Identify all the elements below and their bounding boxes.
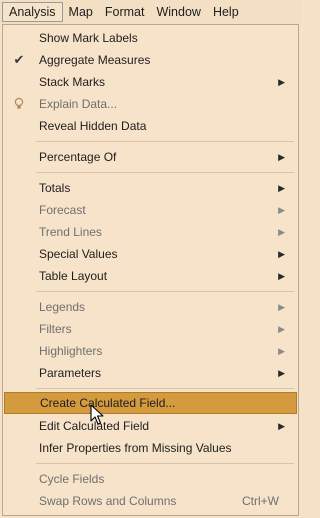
- menu-item-swap-rows-columns[interactable]: Swap Rows and Columns Ctrl+W: [4, 490, 297, 512]
- chevron-right-icon: ▶: [278, 302, 285, 312]
- menu-item-label: Create Calculated Field...: [40, 396, 176, 410]
- menu-item-label: Forecast: [39, 203, 86, 217]
- menu-item-parameters[interactable]: Parameters ▶: [4, 362, 297, 384]
- menu-item-label: Filters: [39, 322, 72, 336]
- chevron-right-icon: ▶: [278, 249, 285, 259]
- menu-item-shortcut: Ctrl+W: [242, 494, 279, 508]
- chevron-right-icon: ▶: [278, 152, 285, 162]
- menu-separator: [36, 463, 294, 464]
- chevron-right-icon: ▶: [278, 368, 285, 378]
- menu-item-cycle-fields[interactable]: Cycle Fields: [4, 468, 297, 490]
- menu-item-label: Percentage Of: [39, 150, 117, 164]
- menu-item-label: Trend Lines: [39, 225, 102, 239]
- menu-item-label: Cycle Fields: [39, 472, 105, 486]
- menu-item-label: Aggregate Measures: [39, 53, 151, 67]
- menu-separator: [36, 172, 294, 173]
- menu-item-label: Stack Marks: [39, 75, 106, 89]
- chevron-right-icon: ▶: [278, 227, 285, 237]
- menu-format[interactable]: Format: [99, 2, 151, 22]
- menu-item-percentage-of[interactable]: Percentage Of ▶: [4, 146, 297, 168]
- menu-item-label: Swap Rows and Columns: [39, 494, 177, 508]
- menu-item-legends[interactable]: Legends ▶: [4, 296, 297, 318]
- menu-item-special-values[interactable]: Special Values ▶: [4, 243, 297, 265]
- menu-bar: Analysis Map Format Window Help: [0, 0, 302, 24]
- chevron-right-icon: ▶: [278, 77, 285, 87]
- menu-item-filters[interactable]: Filters ▶: [4, 318, 297, 340]
- menu-analysis[interactable]: Analysis: [2, 2, 63, 22]
- menu-help[interactable]: Help: [207, 2, 245, 22]
- analysis-dropdown-menu: Show Mark Labels ✔ Aggregate Measures St…: [2, 24, 299, 516]
- menu-item-infer-properties[interactable]: Infer Properties from Missing Values: [4, 437, 297, 459]
- chevron-right-icon: ▶: [278, 346, 285, 356]
- menu-item-forecast[interactable]: Forecast ▶: [4, 199, 297, 221]
- menu-item-highlighters[interactable]: Highlighters ▶: [4, 340, 297, 362]
- menu-item-table-layout[interactable]: Table Layout ▶: [4, 265, 297, 287]
- menu-window[interactable]: Window: [150, 2, 206, 22]
- menu-item-trend-lines[interactable]: Trend Lines ▶: [4, 221, 297, 243]
- lightbulb-icon: [12, 93, 26, 115]
- menu-item-label: Highlighters: [39, 344, 103, 358]
- menu-item-label: Table Layout: [39, 269, 108, 283]
- menu-item-aggregate-measures[interactable]: ✔ Aggregate Measures: [4, 49, 297, 71]
- chevron-right-icon: ▶: [278, 205, 285, 215]
- menu-item-edit-calculated-field[interactable]: Edit Calculated Field ▶: [4, 415, 297, 437]
- menu-item-label: Explain Data...: [39, 97, 118, 111]
- mouse-pointer-icon: [90, 404, 104, 425]
- menu-separator: [36, 388, 294, 389]
- menu-item-label: Totals: [39, 181, 71, 195]
- menu-item-label: Show Mark Labels: [39, 31, 138, 45]
- menu-item-create-calculated-field[interactable]: Create Calculated Field...: [4, 392, 297, 414]
- menu-item-stack-marks[interactable]: Stack Marks ▶: [4, 71, 297, 93]
- menu-item-explain-data[interactable]: Explain Data...: [4, 93, 297, 115]
- menu-item-reveal-hidden-data[interactable]: Reveal Hidden Data: [4, 115, 297, 137]
- menu-item-label: Legends: [39, 300, 86, 314]
- menu-separator: [36, 291, 294, 292]
- chevron-right-icon: ▶: [278, 271, 285, 281]
- menu-map[interactable]: Map: [63, 2, 99, 22]
- menu-item-show-mark-labels[interactable]: Show Mark Labels: [4, 27, 297, 49]
- chevron-right-icon: ▶: [278, 324, 285, 334]
- menu-item-label: Special Values: [39, 247, 118, 261]
- chevron-right-icon: ▶: [278, 183, 285, 193]
- menu-item-totals[interactable]: Totals ▶: [4, 177, 297, 199]
- checkmark-icon: ✔: [13, 52, 25, 67]
- menu-item-label: Parameters: [39, 366, 102, 380]
- menu-item-label: Reveal Hidden Data: [39, 119, 147, 133]
- menu-item-label: Infer Properties from Missing Values: [39, 441, 232, 455]
- chevron-right-icon: ▶: [278, 421, 285, 431]
- menu-separator: [36, 141, 294, 142]
